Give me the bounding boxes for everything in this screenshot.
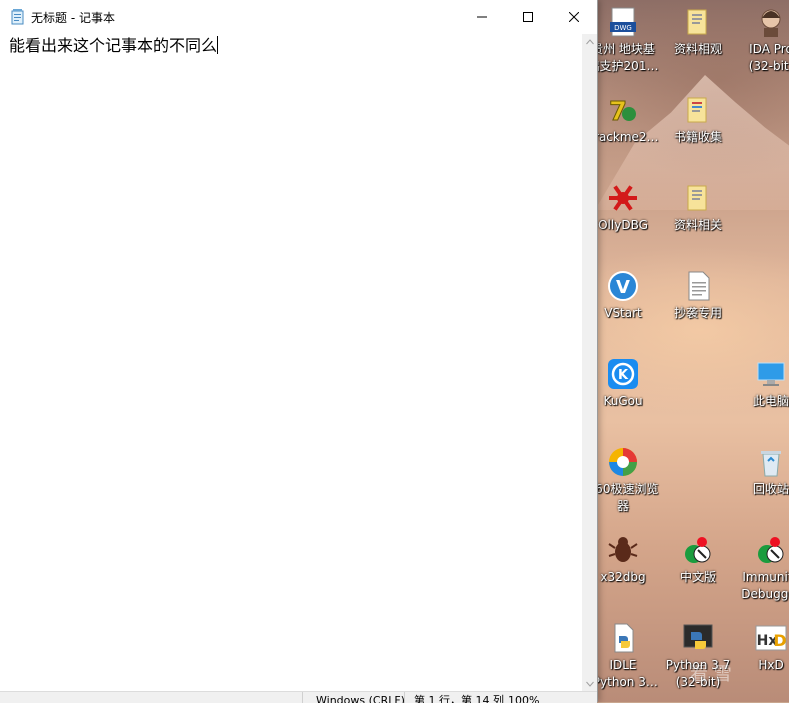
editor-text: 能看出来这个记事本的不同么 bbox=[9, 36, 218, 55]
immunity-icon bbox=[755, 534, 787, 566]
desktop-icon-label: 此电脑 bbox=[752, 394, 789, 408]
recycle-bin-icon bbox=[755, 446, 787, 478]
desktop-icon-hxd[interactable]: Hx D HxD bbox=[730, 622, 789, 674]
desktop-icon-label: 资料相关 bbox=[673, 218, 722, 232]
idle-icon bbox=[607, 622, 639, 654]
hxd-icon: Hx D bbox=[755, 622, 787, 654]
immunity-icon bbox=[682, 534, 714, 566]
desktop-icon-recycle-bin[interactable]: 回收站 bbox=[730, 446, 789, 498]
maximize-button[interactable] bbox=[505, 0, 551, 34]
ida-pro-icon bbox=[755, 6, 787, 38]
desktop-icon-folder-2[interactable]: 资料相关 bbox=[657, 182, 739, 234]
close-button[interactable] bbox=[551, 0, 597, 34]
desktop-icon-label: 书籍收集 bbox=[673, 130, 722, 144]
desktop-icon-label: 回收站 bbox=[752, 482, 789, 496]
desktop-icon-label: IDA Pro (32-bit) bbox=[748, 42, 789, 73]
scroll-down-button[interactable] bbox=[582, 676, 597, 691]
desktop-icon-ida[interactable]: IDA Pro (32-bit) bbox=[730, 6, 789, 75]
notepad-icon bbox=[10, 9, 26, 25]
desktop-icon-label: 资料相观 bbox=[673, 42, 722, 56]
folder-doc-icon bbox=[682, 6, 714, 38]
crackme-icon: 7 bbox=[607, 94, 639, 128]
title-bar[interactable]: 无标题 - 记事本 bbox=[0, 0, 597, 34]
x32dbg-icon bbox=[607, 534, 639, 566]
360-browser-icon bbox=[607, 446, 639, 478]
folder-books-icon bbox=[682, 94, 714, 126]
dwg-file-icon: DWG bbox=[607, 6, 639, 38]
close-icon bbox=[569, 12, 579, 22]
window-title: 无标题 - 记事本 bbox=[31, 10, 115, 25]
desktop-icon-label: 抄袭专用 bbox=[673, 306, 722, 320]
desktop-icon-folder-1[interactable]: 资料相观 bbox=[657, 6, 739, 58]
svg-text:D: D bbox=[773, 631, 786, 650]
kugou-icon: K bbox=[607, 358, 639, 390]
svg-text:DWG: DWG bbox=[614, 24, 632, 32]
text-editor-area[interactable]: 能看出来这个记事本的不同么 bbox=[7, 34, 582, 691]
text-file-icon bbox=[682, 270, 714, 302]
status-divider bbox=[404, 692, 405, 703]
status-divider bbox=[302, 692, 303, 703]
desktop-icon-label: 中文版 bbox=[679, 570, 716, 584]
desktop-icon-this-pc[interactable]: 此电脑 bbox=[730, 358, 789, 410]
svg-text:V: V bbox=[616, 277, 630, 298]
python-icon bbox=[682, 622, 714, 654]
vertical-scrollbar[interactable] bbox=[582, 34, 597, 691]
text-caret bbox=[217, 36, 219, 54]
folder-doc-icon bbox=[682, 182, 714, 214]
editor-content: 能看出来这个记事本的不同么 bbox=[9, 36, 219, 56]
desktop-icon-immunity-cn[interactable]: 中文版 bbox=[657, 534, 739, 586]
minimize-icon bbox=[477, 16, 487, 18]
minimize-button[interactable] bbox=[459, 0, 505, 34]
notepad-window[interactable]: 无标题 - 记事本 能看出来这个记事本的不同么 Windows (CRLF) 第… bbox=[0, 0, 598, 703]
desktop-icon-immunity[interactable]: Immunity Debugger bbox=[730, 534, 789, 603]
this-pc-icon bbox=[755, 358, 787, 390]
desktop-icon-books[interactable]: 书籍收集 bbox=[657, 94, 739, 146]
scroll-up-button[interactable] bbox=[582, 34, 597, 49]
status-bar: Windows (CRLF) 第 1 行，第 14 列 100% bbox=[0, 691, 597, 703]
vstart-icon: V bbox=[607, 270, 639, 302]
svg-text:K: K bbox=[618, 368, 629, 383]
chevron-up-icon bbox=[585, 38, 594, 44]
desktop-icon-textfile[interactable]: 抄袭专用 bbox=[657, 270, 739, 322]
chevron-down-icon bbox=[585, 681, 594, 687]
desktop-icon-label: Immunity Debugger bbox=[741, 570, 789, 601]
desktop-icon-label: HxD bbox=[758, 658, 784, 672]
maximize-icon bbox=[523, 12, 533, 22]
watermark: 看 雪 bbox=[690, 664, 732, 685]
ollydbg-icon bbox=[607, 182, 639, 214]
